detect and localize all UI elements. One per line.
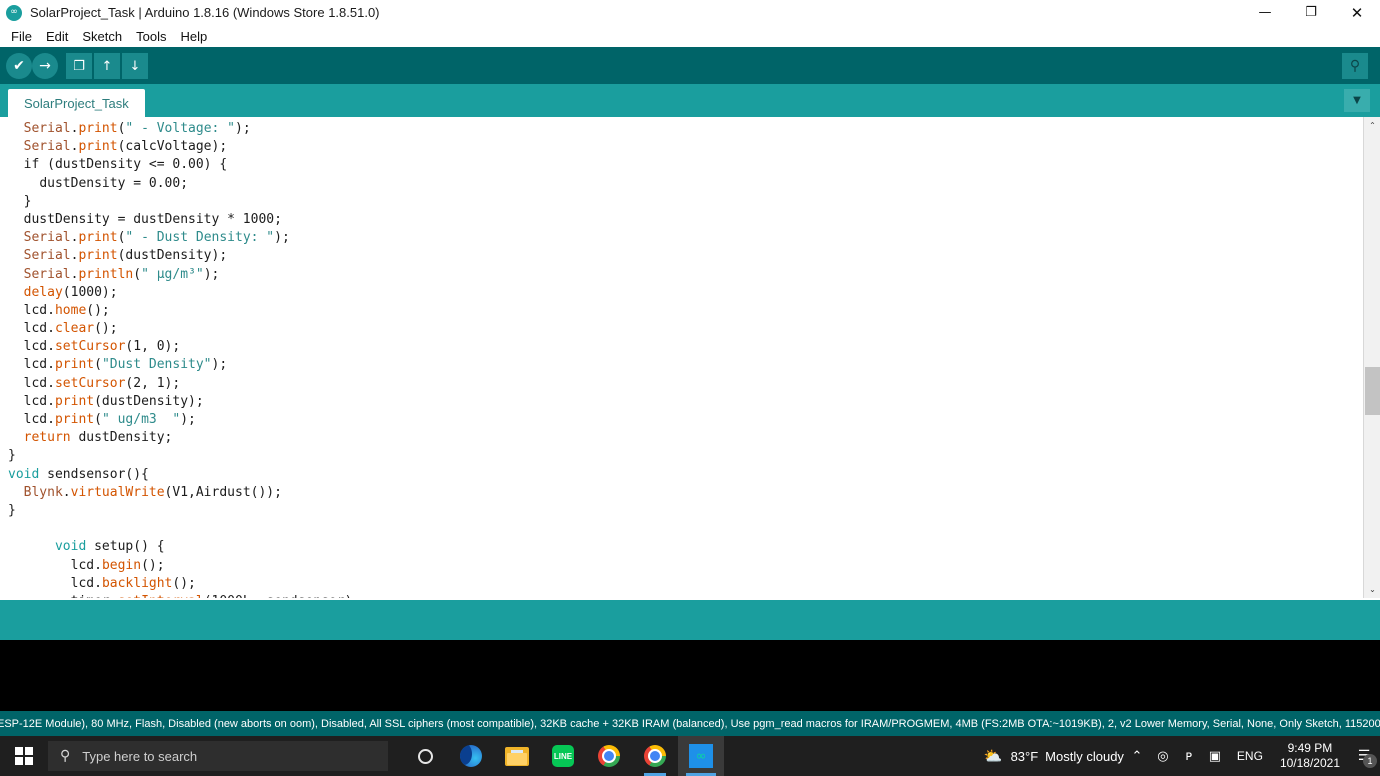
code-editor[interactable]: Serial.print(" - Voltage: "); Serial.pri…	[0, 117, 1380, 598]
code-line: lcd.clear();	[23, 321, 118, 337]
editor-scrollbar[interactable]: ⌃ ⌄	[1363, 117, 1380, 598]
weather-widget[interactable]: ⛅ 83°F Mostly cloudy	[984, 747, 1124, 765]
line-app-icon[interactable]: LINE	[540, 736, 586, 776]
scroll-up-arrow[interactable]: ⌃	[1364, 117, 1380, 134]
code-line: void sendsensor(){	[8, 466, 149, 482]
file-explorer-icon[interactable]	[494, 736, 540, 776]
google-chrome-icon[interactable]	[586, 736, 632, 776]
menu-item-tools[interactable]: Tools	[129, 25, 173, 47]
code-text[interactable]: Serial.print(" - Voltage: "); Serial.pri…	[0, 120, 1340, 598]
new-sketch-button[interactable]: ❐	[66, 53, 92, 79]
cortana-ring-glyph	[417, 748, 433, 764]
search-icon: ⚲	[60, 748, 71, 764]
board-config-status: ESP-12E Module), 80 MHz, Flash, Disabled…	[0, 717, 1380, 730]
restore-button[interactable]: ❐	[1288, 0, 1334, 25]
windows-taskbar: ⚲ Type here to search LINE ∞ ⛅ 83°F Most…	[0, 736, 1380, 776]
taskbar-search-input[interactable]: ⚲ Type here to search	[48, 741, 388, 771]
code-line: lcd.home();	[23, 302, 110, 318]
weather-temperature: 83°F	[1010, 748, 1039, 764]
code-line: if (dustDensity <= 0.00) {	[23, 157, 228, 173]
serial-monitor-button[interactable]: ⚲	[1342, 53, 1368, 79]
close-button[interactable]: ✕	[1334, 0, 1380, 25]
volume-icon[interactable]: ᴘ	[1176, 736, 1202, 776]
menu-item-edit[interactable]: Edit	[39, 25, 75, 47]
window-controls: — ❐ ✕	[1242, 0, 1380, 25]
arduino-glyph: ∞	[689, 744, 713, 768]
menu-item-file[interactable]: File	[4, 25, 39, 47]
code-line: return dustDensity;	[23, 430, 173, 446]
arduino-ide-window: ∞ SolarProject_Task | Arduino 1.8.16 (Wi…	[0, 0, 1380, 776]
main-toolbar: ✔ → ❐ ↑ ↓ ⚲	[0, 47, 1380, 84]
search-placeholder: Type here to search	[82, 748, 198, 764]
system-tray: ⛅ 83°F Mostly cloudy ⌃ ◎ ᴘ ▣ ENG 9:49 PM…	[984, 736, 1380, 776]
microsoft-edge-icon[interactable]	[448, 736, 494, 776]
code-line: lcd.print("Dust Density");	[23, 357, 228, 373]
code-line: }	[23, 193, 32, 209]
weather-condition: Mostly cloudy	[1045, 748, 1124, 764]
minimize-button[interactable]: —	[1242, 0, 1288, 25]
menu-bar: File Edit Sketch Tools Help	[0, 25, 1380, 47]
message-strip	[0, 600, 1380, 640]
code-line: delay(1000);	[23, 284, 118, 300]
code-line: timer.setInterval(1000L, sendsensor);	[0, 593, 1340, 598]
scroll-down-arrow[interactable]: ⌄	[1364, 581, 1380, 598]
notification-center-button[interactable]: ☰ 1	[1348, 736, 1380, 776]
menu-item-sketch[interactable]: Sketch	[75, 25, 129, 47]
code-line: dustDensity = 0.00;	[39, 175, 189, 191]
partly-cloudy-icon: ⛅	[983, 747, 1003, 765]
arduino-logo-icon: ∞	[6, 4, 22, 21]
console-output[interactable]	[0, 640, 1380, 711]
chrome-glyph	[598, 745, 620, 767]
arduino-ide-icon[interactable]: ∞	[678, 736, 724, 776]
code-line: lcd.setCursor(2, 1);	[23, 375, 181, 391]
show-hidden-icons-chevron-icon[interactable]: ⌃	[1124, 736, 1150, 776]
code-line: }	[8, 502, 16, 518]
edge-glyph	[460, 745, 482, 767]
code-line: void setup() {	[54, 539, 165, 555]
code-line: Serial.print(dustDensity);	[23, 248, 228, 264]
code-line: Serial.print(" - Dust Density: ");	[23, 230, 290, 246]
code-line: Serial.print(calcVoltage);	[23, 139, 228, 155]
code-line: dustDensity = dustDensity * 1000;	[23, 211, 282, 227]
upload-button[interactable]: →	[32, 53, 58, 79]
clock[interactable]: 9:49 PM 10/18/2021	[1272, 741, 1348, 771]
save-sketch-button[interactable]: ↓	[122, 53, 148, 79]
cortana-icon[interactable]	[402, 736, 448, 776]
network-icon[interactable]: ▣	[1202, 736, 1228, 776]
code-line: }	[8, 448, 16, 464]
code-line: Serial.print(" - Voltage: ");	[23, 121, 251, 136]
language-indicator[interactable]: ENG	[1228, 749, 1272, 763]
code-line: lcd.begin();	[70, 557, 165, 573]
verify-button[interactable]: ✔	[6, 53, 32, 79]
chrome-glyph-2	[644, 745, 666, 767]
windows-logo-glyph	[15, 747, 33, 765]
sketch-tab-bar: SolarProject_Task ▼	[0, 84, 1380, 117]
code-line: lcd.print(dustDensity);	[23, 393, 204, 409]
window-title: SolarProject_Task | Arduino 1.8.16 (Wind…	[30, 5, 380, 20]
code-line: lcd.print(" ug/m3 ");	[23, 412, 196, 427]
status-bar: ESP-12E Module), 80 MHz, Flash, Disabled…	[0, 711, 1380, 736]
google-chrome-icon-2[interactable]	[632, 736, 678, 776]
line-glyph: LINE	[552, 745, 574, 767]
chevron-down-icon[interactable]: ▼	[1344, 89, 1370, 112]
clock-time: 9:49 PM	[1287, 741, 1333, 755]
code-line: lcd.backlight();	[70, 575, 196, 591]
windows-start-icon[interactable]	[0, 736, 48, 776]
folder-glyph	[505, 746, 529, 766]
code-line: lcd.setCursor(1, 0);	[23, 339, 181, 355]
menu-item-help[interactable]: Help	[173, 25, 214, 47]
clock-date: 10/18/2021	[1279, 756, 1340, 770]
open-sketch-button[interactable]: ↑	[94, 53, 120, 79]
code-line: Serial.println(" µg/m³");	[23, 266, 220, 282]
taskbar-app-icons: LINE ∞	[402, 736, 724, 776]
title-bar: ∞ SolarProject_Task | Arduino 1.8.16 (Wi…	[0, 0, 1380, 25]
notification-badge: 1	[1363, 754, 1377, 768]
tab-solarproject-task[interactable]: SolarProject_Task	[8, 89, 145, 117]
code-line: Blynk.virtualWrite(V1,Airdust());	[23, 484, 282, 500]
meet-now-icon[interactable]: ◎	[1150, 736, 1176, 776]
scrollbar-thumb[interactable]	[1365, 367, 1380, 415]
